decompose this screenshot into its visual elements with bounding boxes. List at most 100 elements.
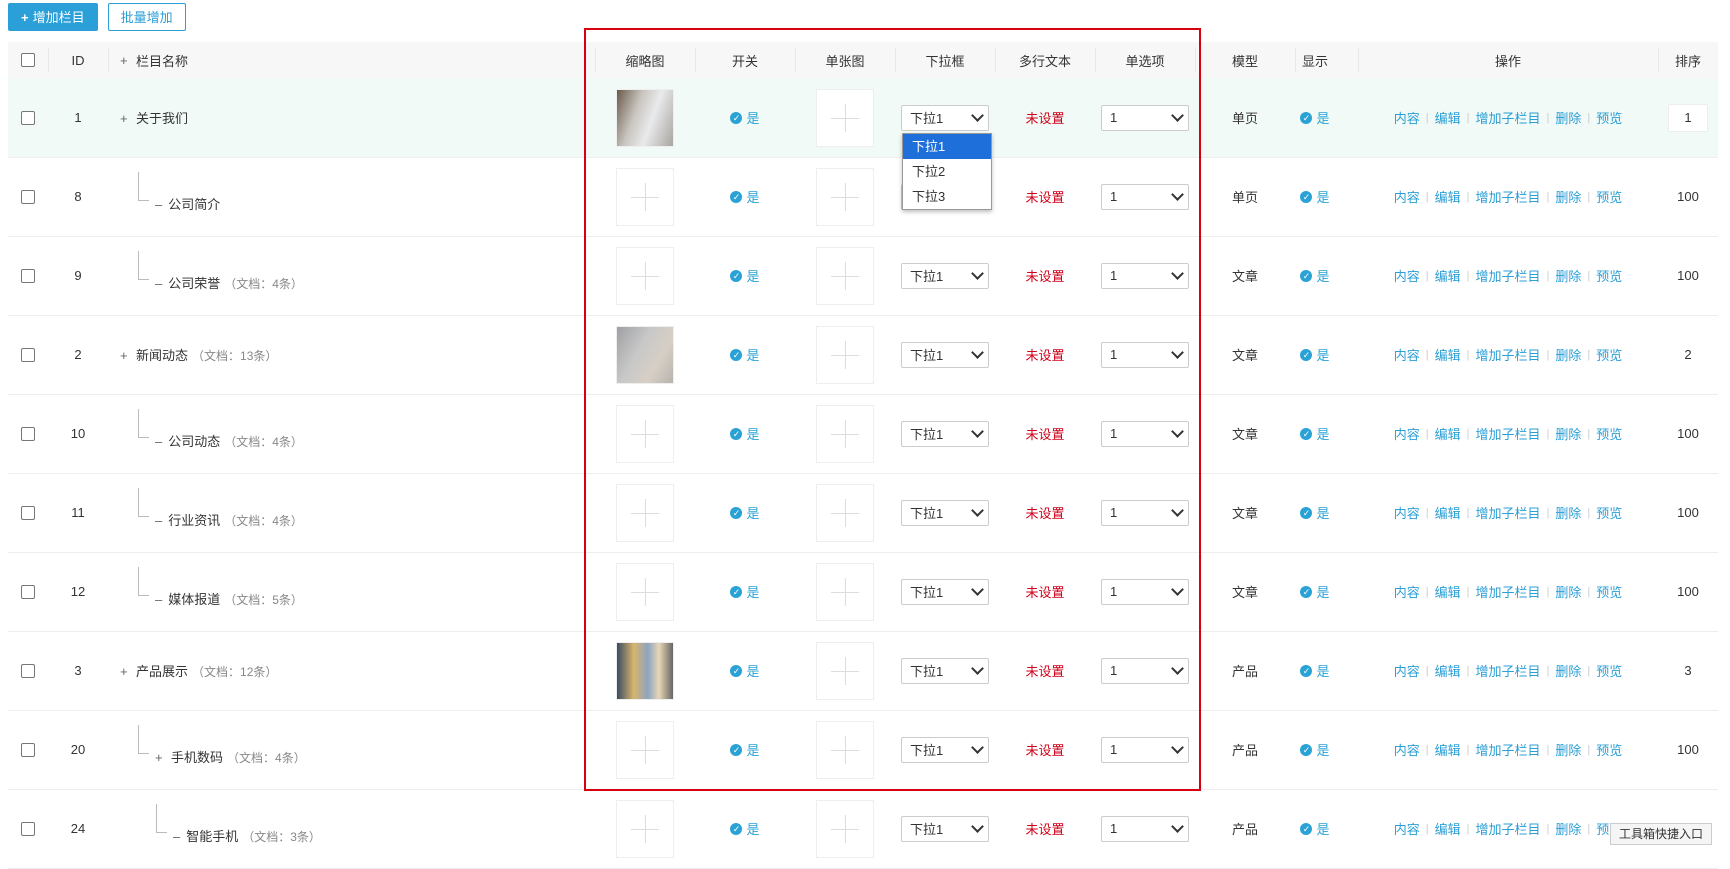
radio-select[interactable]: 1 bbox=[1101, 815, 1189, 842]
row-checkbox[interactable] bbox=[21, 663, 35, 678]
content-link[interactable]: 内容 bbox=[1394, 819, 1420, 838]
dropdown-option[interactable]: 下拉1 bbox=[903, 134, 991, 159]
preview-link[interactable]: 预览 bbox=[1596, 108, 1622, 127]
edit-link[interactable]: 编辑 bbox=[1435, 661, 1461, 680]
radio-select[interactable]: 1 bbox=[1101, 736, 1189, 763]
multitext-unset[interactable]: 未设置 bbox=[1025, 187, 1064, 206]
preview-link[interactable]: 预览 bbox=[1596, 266, 1622, 285]
radio-select[interactable]: 1 bbox=[1101, 499, 1189, 526]
edit-link[interactable]: 编辑 bbox=[1435, 345, 1461, 364]
sort-value[interactable]: 100 bbox=[1677, 505, 1699, 520]
multitext-unset[interactable]: 未设置 bbox=[1025, 266, 1064, 285]
show-yes[interactable]: ✓ 是 bbox=[1300, 740, 1330, 759]
multitext-unset[interactable]: 未设置 bbox=[1025, 424, 1064, 443]
add-child-link[interactable]: 增加子栏目 bbox=[1475, 424, 1540, 443]
sort-value[interactable]: 100 bbox=[1677, 268, 1699, 283]
row-checkbox[interactable] bbox=[21, 584, 35, 599]
content-link[interactable]: 内容 bbox=[1394, 503, 1420, 522]
delete-link[interactable]: 删除 bbox=[1555, 582, 1581, 601]
dropdown-select[interactable]: 下拉1 bbox=[901, 578, 989, 605]
thumb-upload-placeholder[interactable] bbox=[616, 483, 674, 542]
row-select-cell[interactable] bbox=[8, 236, 48, 315]
switch-yes[interactable]: ✓ 是 bbox=[730, 661, 760, 680]
switch-yes[interactable]: ✓ 是 bbox=[730, 582, 760, 601]
edit-link[interactable]: 编辑 bbox=[1435, 582, 1461, 601]
switch-yes[interactable]: ✓ 是 bbox=[730, 187, 760, 206]
content-link[interactable]: 内容 bbox=[1394, 424, 1420, 443]
delete-link[interactable]: 删除 bbox=[1555, 266, 1581, 285]
dropdown-option[interactable]: 下拉3 bbox=[903, 184, 991, 209]
dropdown-select[interactable]: 下拉1 bbox=[901, 657, 989, 684]
single-image-upload-placeholder[interactable] bbox=[816, 799, 874, 858]
expand-icon[interactable]: + bbox=[120, 111, 132, 126]
show-yes[interactable]: ✓ 是 bbox=[1300, 819, 1330, 838]
preview-link[interactable]: 预览 bbox=[1596, 424, 1622, 443]
preview-link[interactable]: 预览 bbox=[1596, 661, 1622, 680]
single-image-upload-placeholder[interactable] bbox=[816, 562, 874, 621]
row-checkbox[interactable] bbox=[21, 821, 35, 836]
radio-select[interactable]: 1 bbox=[1101, 578, 1189, 605]
sort-value[interactable]: 100 bbox=[1677, 742, 1699, 757]
dropdown-select[interactable]: 下拉1 bbox=[901, 104, 989, 131]
collapse-icon[interactable]: – bbox=[173, 829, 180, 844]
thumb-upload-placeholder[interactable] bbox=[616, 562, 674, 621]
delete-link[interactable]: 删除 bbox=[1555, 819, 1581, 838]
radio-select[interactable]: 1 bbox=[1101, 420, 1189, 447]
add-child-link[interactable]: 增加子栏目 bbox=[1475, 503, 1540, 522]
thumb-upload-placeholder[interactable] bbox=[616, 246, 674, 305]
batch-add-button[interactable]: 批量增加 bbox=[107, 3, 186, 31]
row-select-cell[interactable] bbox=[8, 552, 48, 631]
row-checkbox[interactable] bbox=[21, 505, 35, 520]
content-link[interactable]: 内容 bbox=[1394, 661, 1420, 680]
show-yes[interactable]: ✓ 是 bbox=[1300, 661, 1330, 680]
edit-link[interactable]: 编辑 bbox=[1435, 503, 1461, 522]
radio-select[interactable]: 1 bbox=[1101, 104, 1189, 131]
radio-select[interactable]: 1 bbox=[1101, 341, 1189, 368]
switch-yes[interactable]: ✓ 是 bbox=[730, 819, 760, 838]
edit-link[interactable]: 编辑 bbox=[1435, 108, 1461, 127]
row-checkbox[interactable] bbox=[21, 347, 35, 362]
single-image-upload-placeholder[interactable] bbox=[816, 325, 874, 384]
single-image-upload-placeholder[interactable] bbox=[816, 483, 874, 542]
select-all-checkbox[interactable] bbox=[21, 53, 35, 67]
preview-link[interactable]: 预览 bbox=[1596, 740, 1622, 759]
sort-input[interactable]: 1 bbox=[1668, 103, 1708, 132]
row-select-cell[interactable] bbox=[8, 631, 48, 710]
multitext-unset[interactable]: 未设置 bbox=[1025, 661, 1064, 680]
row-select-cell[interactable] bbox=[8, 315, 48, 394]
collapse-icon[interactable]: – bbox=[155, 276, 162, 291]
sort-value[interactable]: 2 bbox=[1684, 347, 1691, 362]
delete-link[interactable]: 删除 bbox=[1555, 740, 1581, 759]
multitext-unset[interactable]: 未设置 bbox=[1025, 108, 1064, 127]
add-child-link[interactable]: 增加子栏目 bbox=[1475, 740, 1540, 759]
add-child-link[interactable]: 增加子栏目 bbox=[1475, 345, 1540, 364]
expand-all-icon[interactable]: + bbox=[120, 53, 132, 68]
add-child-link[interactable]: 增加子栏目 bbox=[1475, 108, 1540, 127]
sort-value[interactable]: 100 bbox=[1677, 584, 1699, 599]
collapse-icon[interactable]: – bbox=[155, 197, 162, 212]
multitext-unset[interactable]: 未设置 bbox=[1025, 345, 1064, 364]
show-yes[interactable]: ✓ 是 bbox=[1300, 187, 1330, 206]
delete-link[interactable]: 删除 bbox=[1555, 503, 1581, 522]
edit-link[interactable]: 编辑 bbox=[1435, 424, 1461, 443]
show-yes[interactable]: ✓ 是 bbox=[1300, 503, 1330, 522]
thumb-image[interactable] bbox=[616, 88, 674, 147]
thumb-upload-placeholder[interactable] bbox=[616, 720, 674, 779]
row-select-cell[interactable] bbox=[8, 710, 48, 789]
content-link[interactable]: 内容 bbox=[1394, 582, 1420, 601]
multitext-unset[interactable]: 未设置 bbox=[1025, 740, 1064, 759]
row-select-cell[interactable] bbox=[8, 78, 48, 157]
thumb-upload-placeholder[interactable] bbox=[616, 799, 674, 858]
edit-link[interactable]: 编辑 bbox=[1435, 187, 1461, 206]
toolbox-shortcut-tip[interactable]: 工具箱快捷入口 bbox=[1610, 823, 1713, 845]
show-yes[interactable]: ✓ 是 bbox=[1300, 266, 1330, 285]
add-child-link[interactable]: 增加子栏目 bbox=[1475, 266, 1540, 285]
content-link[interactable]: 内容 bbox=[1394, 345, 1420, 364]
switch-yes[interactable]: ✓ 是 bbox=[730, 740, 760, 759]
row-checkbox[interactable] bbox=[21, 268, 35, 283]
switch-yes[interactable]: ✓ 是 bbox=[730, 108, 760, 127]
radio-select[interactable]: 1 bbox=[1101, 657, 1189, 684]
content-link[interactable]: 内容 bbox=[1394, 266, 1420, 285]
switch-yes[interactable]: ✓ 是 bbox=[730, 424, 760, 443]
delete-link[interactable]: 删除 bbox=[1555, 187, 1581, 206]
